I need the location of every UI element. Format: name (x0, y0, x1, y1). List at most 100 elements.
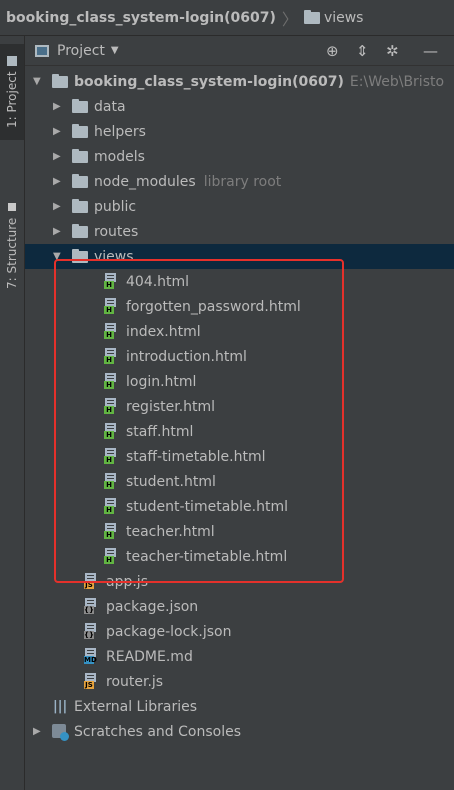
tree-external-libraries[interactable]: ||| External Libraries (25, 694, 454, 719)
root-folder-path: E:\Web\Bristo (349, 73, 445, 90)
structure-tab-icon (8, 203, 16, 212)
expand-arrow-icon[interactable]: ▼ (53, 251, 63, 262)
root-folder-name: booking_class_system-login(0607) (74, 73, 344, 90)
nav-project-name[interactable]: booking_class_system-login(0607) (6, 10, 276, 26)
expand-arrow-icon[interactable]: ▶ (53, 101, 63, 112)
libraries-icon: ||| (53, 699, 68, 714)
view-selector-label[interactable]: Project (57, 43, 105, 59)
file-item[interactable]: H 404.html (25, 269, 454, 294)
folder-name: public (94, 198, 137, 215)
gear-icon[interactable]: ✲ (386, 42, 399, 60)
file-item[interactable]: MD README.md (25, 644, 454, 669)
folder-icon (303, 9, 320, 24)
file-name: register.html (126, 398, 216, 415)
file-item[interactable]: Hstaff.html (25, 419, 454, 444)
file-name: 404.html (126, 273, 190, 290)
file-name: index.html (126, 323, 201, 340)
file-name: package-lock.json (106, 623, 232, 640)
file-item[interactable]: {} package.json (25, 594, 454, 619)
file-type-icon: {} (84, 598, 98, 614)
file-item[interactable]: Hstaff-timetable.html (25, 444, 454, 469)
html-file-icon: H (104, 373, 118, 389)
folder-icon (72, 173, 88, 188)
folder-name: helpers (94, 123, 146, 140)
project-panel: Project ▼ ⊕ ⇕ ✲ — ▼ booking_class_system… (25, 36, 454, 790)
tree-folder[interactable]: ▶ helpers (25, 119, 454, 144)
file-type-icon: MD (84, 648, 98, 664)
file-item[interactable]: Hforgotten_password.html (25, 294, 454, 319)
html-file-icon: H (104, 273, 118, 289)
file-item[interactable]: Hlogin.html (25, 369, 454, 394)
file-name: staff.html (126, 423, 194, 440)
tree-folder[interactable]: ▶ data (25, 94, 454, 119)
folder-name: data (94, 98, 126, 115)
folder-icon (72, 248, 88, 263)
file-name: teacher.html (126, 523, 215, 540)
tree-folder[interactable]: ▶ public (25, 194, 454, 219)
folder-icon (52, 73, 68, 88)
folder-icon (72, 198, 88, 213)
html-file-icon: H (104, 348, 118, 364)
folder-name: views (94, 248, 134, 265)
collapse-icon[interactable]: ⇕ (356, 42, 369, 60)
file-name: router.js (106, 673, 164, 690)
navigation-bar: booking_class_system-login(0607) 〉 views (0, 0, 454, 36)
file-item[interactable]: Hteacher.html (25, 519, 454, 544)
file-item[interactable]: JS router.js (25, 669, 454, 694)
file-type-icon: {} (84, 623, 98, 639)
folder-name: node_modules (94, 173, 196, 190)
file-item[interactable]: Hregister.html (25, 394, 454, 419)
file-name: student.html (126, 473, 216, 490)
html-file-icon: H (104, 498, 118, 514)
project-toolbar: Project ▼ ⊕ ⇕ ✲ — (25, 36, 454, 66)
file-item[interactable]: JS app.js (25, 569, 454, 594)
file-item[interactable]: Hstudent.html (25, 469, 454, 494)
tree-scratches[interactable]: ▶ Scratches and Consoles (25, 719, 454, 744)
folder-icon (72, 98, 88, 113)
tree-folder-views[interactable]: ▼ views (25, 244, 454, 269)
file-item[interactable]: Hteacher-timetable.html (25, 544, 454, 569)
file-item[interactable]: {} package-lock.json (25, 619, 454, 644)
tab-project-label: 1: Project (5, 71, 19, 129)
file-name: forgotten_password.html (126, 298, 301, 315)
tree-root[interactable]: ▼ booking_class_system-login(0607) E:\Web… (25, 69, 454, 94)
nav-folder-name[interactable]: views (324, 10, 364, 26)
file-item[interactable]: Hstudent-timetable.html (25, 494, 454, 519)
file-name: app.js (106, 573, 148, 590)
folder-icon (72, 148, 88, 163)
tree-folder[interactable]: ▶ routes (25, 219, 454, 244)
file-name: package.json (106, 598, 199, 615)
tree-folder[interactable]: ▶ models (25, 144, 454, 169)
folder-name: routes (94, 223, 139, 240)
html-file-icon: H (104, 323, 118, 339)
tab-structure[interactable]: 7: Structure (0, 196, 24, 296)
tab-project[interactable]: 1: Project (0, 44, 24, 140)
file-name: login.html (126, 373, 197, 390)
external-libraries-label: External Libraries (74, 698, 197, 715)
expand-arrow-icon[interactable]: ▶ (53, 151, 63, 162)
file-name: introduction.html (126, 348, 247, 365)
target-icon[interactable]: ⊕ (326, 42, 339, 60)
expand-arrow-icon[interactable]: ▶ (53, 126, 63, 137)
html-file-icon: H (104, 398, 118, 414)
file-name: staff-timetable.html (126, 448, 266, 465)
minimize-icon[interactable]: — (423, 42, 438, 60)
file-name: README.md (106, 648, 193, 665)
file-item[interactable]: Hintroduction.html (25, 344, 454, 369)
folder-icon (72, 123, 88, 138)
html-file-icon: H (104, 423, 118, 439)
expand-arrow-icon[interactable]: ▶ (53, 201, 63, 212)
expand-arrow-icon[interactable]: ▶ (53, 176, 63, 187)
tab-structure-label: 7: Structure (5, 217, 19, 289)
expand-arrow-icon[interactable]: ▼ (33, 76, 43, 87)
file-item[interactable]: Hindex.html (25, 319, 454, 344)
scratches-label: Scratches and Consoles (74, 723, 241, 740)
html-file-icon: H (104, 298, 118, 314)
folder-name: models (94, 148, 145, 165)
tree-folder[interactable]: ▶ node_modules library root (25, 169, 454, 194)
expand-arrow-icon[interactable]: ▶ (53, 226, 63, 237)
expand-arrow-icon[interactable]: ▶ (33, 726, 43, 737)
file-type-icon: JS (84, 573, 98, 589)
chevron-down-icon[interactable]: ▼ (111, 45, 119, 56)
folder-icon (72, 223, 88, 238)
